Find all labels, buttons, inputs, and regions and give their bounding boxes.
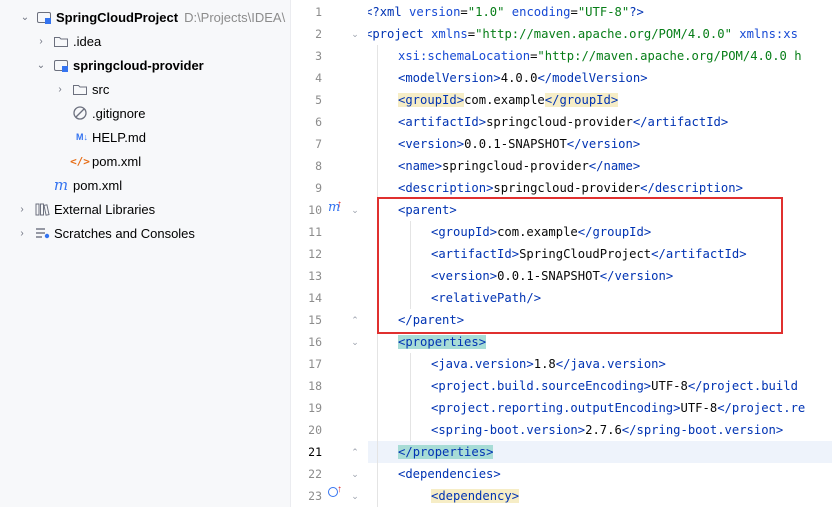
tree-item-label: SpringCloudProject D:\Projects\IDEA\: [56, 9, 286, 25]
line-number: 9: [315, 181, 322, 195]
tree-item-pom-xml-root[interactable]: m pom.xml: [0, 173, 290, 197]
markdown-file-icon: M↓: [76, 132, 88, 142]
tree-item-label: springcloud-provider: [73, 57, 204, 73]
code-line-1: <?xml version="1.0" encoding="UTF-8"?>: [368, 5, 644, 19]
tree-item-external-libraries[interactable]: › External Libraries: [0, 197, 290, 221]
chevron-right-icon[interactable]: ›: [15, 202, 29, 216]
fold-toggle-icon[interactable]: ⌃: [350, 309, 360, 331]
tree-item-label: HELP.md: [92, 129, 146, 145]
line-number: 7: [315, 137, 322, 151]
folder-icon: [72, 81, 88, 97]
line-number: 11: [308, 225, 322, 239]
code-line-9: <description>springcloud-provider</descr…: [398, 181, 743, 195]
tree-item-scratches[interactable]: › Scratches and Consoles: [0, 221, 290, 245]
line-number: 5: [315, 93, 322, 107]
tree-item-src[interactable]: › src: [0, 77, 290, 101]
tree-item-label: .idea: [73, 33, 102, 49]
fold-toggle-icon[interactable]: ⌄: [350, 23, 360, 45]
tree-item-label: .gitignore: [92, 105, 146, 121]
project-path: D:\Projects\IDEA\: [184, 9, 286, 25]
xml-file-icon: </>: [70, 154, 90, 168]
line-number: 15: [308, 313, 322, 327]
line-number: 8: [315, 159, 322, 173]
chevron-right-icon[interactable]: ›: [15, 226, 29, 240]
code-line-18: <project.build.sourceEncoding>UTF-8</pro…: [431, 379, 798, 393]
code-line-21: </properties>: [398, 445, 494, 459]
ignore-file-icon: [72, 105, 88, 121]
highlight-annotation-box: [377, 197, 783, 334]
code-line-8: <name>springcloud-provider</name>: [398, 159, 641, 173]
maven-icon: m: [53, 176, 69, 194]
folder-icon: [53, 33, 69, 49]
tree-item-help-md[interactable]: M↓ HELP.md: [0, 125, 290, 149]
code-line-16: <properties>: [398, 335, 487, 349]
line-number: 1: [315, 5, 322, 19]
line-number: 4: [315, 71, 322, 85]
code-line-17: <java.version>1.8</java.version>: [431, 357, 666, 371]
fold-toggle-icon[interactable]: ⌄: [350, 199, 360, 221]
code-line-4: <modelVersion>4.0.0</modelVersion>: [398, 71, 648, 85]
code-line-19: <project.reporting.outputEncoding>UTF-8<…: [431, 401, 806, 415]
code-line-22: <dependencies>: [398, 467, 501, 481]
code-line-7: <version>0.0.1-SNAPSHOT</version>: [398, 137, 641, 151]
tree-item-label: Scratches and Consoles: [54, 225, 195, 241]
line-number: 3: [315, 49, 322, 63]
line-number: 23: [308, 489, 322, 503]
fold-toggle-icon[interactable]: ⌄: [350, 463, 360, 485]
line-number: 2: [315, 27, 322, 41]
code-line-3: xsi:schemaLocation="http://maven.apache.…: [398, 49, 802, 63]
module-folder-icon: [53, 57, 69, 73]
fold-toggle-icon[interactable]: ⌃: [350, 441, 360, 463]
chevron-down-icon[interactable]: ⌄: [34, 58, 48, 72]
fold-toggle-icon[interactable]: ⌄: [350, 485, 360, 507]
code-line-20: <spring-boot.version>2.7.6</spring-boot.…: [431, 423, 784, 437]
tree-item-label: src: [92, 81, 110, 97]
tree-item-gitignore[interactable]: .gitignore: [0, 101, 290, 125]
chevron-right-icon[interactable]: ›: [34, 34, 48, 48]
line-number: 6: [315, 115, 322, 129]
module-folder-icon: [36, 9, 52, 25]
project-tool-window: ⌄ SpringCloudProject D:\Projects\IDEA\ › …: [0, 0, 291, 507]
tree-item-idea[interactable]: › .idea: [0, 29, 290, 53]
line-number: 16: [308, 335, 322, 349]
code-line-2: <project xmlns="http://maven.apache.org/…: [368, 27, 798, 41]
tree-item-label: External Libraries: [54, 201, 156, 217]
line-number-current: 21: [308, 445, 322, 459]
fold-toggle-icon[interactable]: ⌄: [350, 331, 360, 353]
code-line-23: <dependency>: [431, 489, 520, 503]
chevron-down-icon[interactable]: ⌄: [18, 10, 32, 24]
navigate-up-arrow-icon[interactable]: ↑: [337, 484, 342, 495]
line-number: 13: [308, 269, 322, 283]
line-number: 22: [308, 467, 322, 481]
indent-guide: [410, 353, 411, 441]
line-number: 20: [308, 423, 322, 437]
tree-item-label: pom.xml: [92, 153, 142, 169]
tree-item-springcloud-provider[interactable]: ⌄ springcloud-provider: [0, 53, 290, 77]
code-line-5: <groupId>com.example</groupId>: [398, 93, 619, 107]
line-number: 18: [308, 379, 322, 393]
scratches-icon: [34, 225, 50, 241]
line-number: 17: [308, 357, 322, 371]
line-number: 19: [308, 401, 322, 415]
code-line-6: <artifactId>springcloud-provider</artifa…: [398, 115, 729, 129]
tree-item-label: pom.xml: [73, 177, 123, 193]
chevron-right-icon[interactable]: ›: [53, 82, 67, 96]
tree-item-pom-xml-provider[interactable]: </> pom.xml: [0, 149, 290, 173]
line-number: 12: [308, 247, 322, 261]
editor-gutter[interactable]: 1 2 3 4 5 6 7 8 9 10 11 12 13 14 15 16 1…: [292, 0, 368, 507]
line-number: 14: [308, 291, 322, 305]
navigate-up-arrow-icon[interactable]: ↑: [337, 199, 342, 210]
line-number: 10: [308, 203, 322, 217]
tree-item-springcloudproject[interactable]: ⌄ SpringCloudProject D:\Projects\IDEA\: [0, 5, 290, 29]
libraries-icon: [34, 201, 50, 217]
